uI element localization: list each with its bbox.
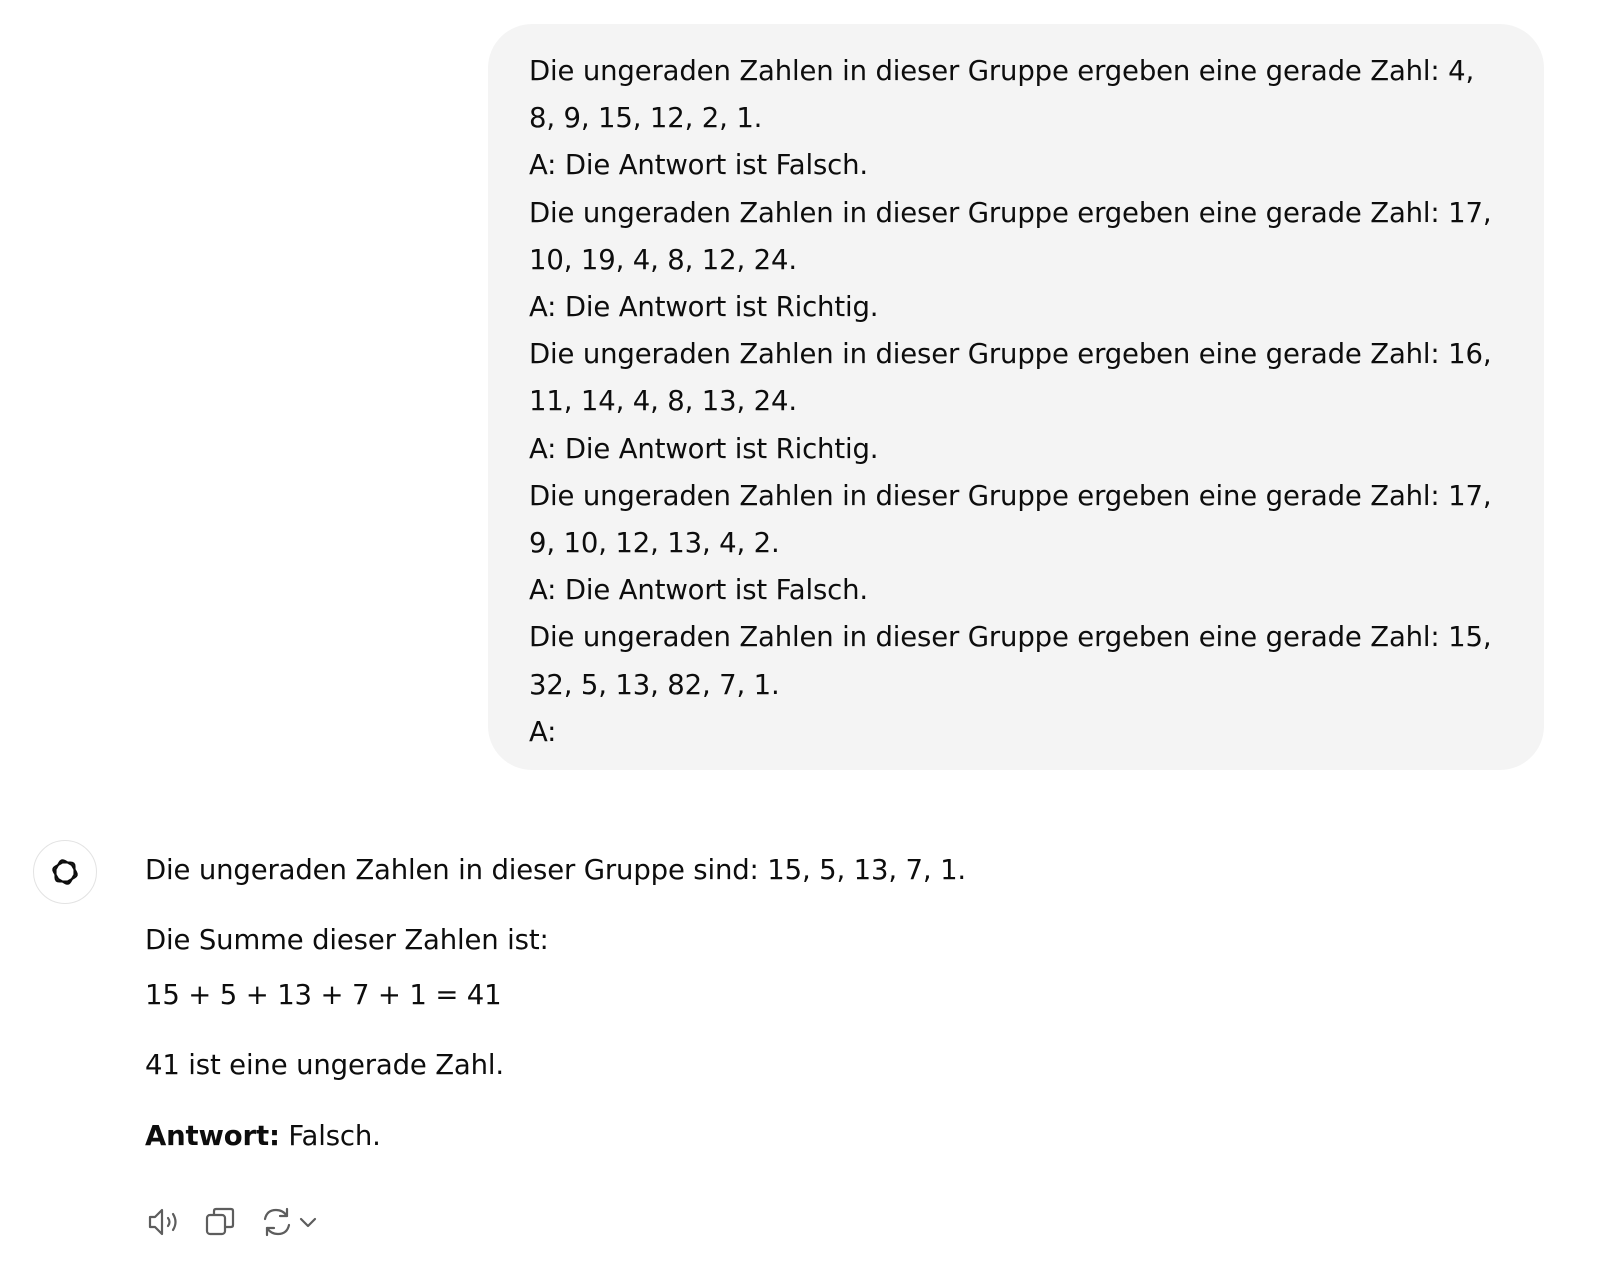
assistant-avatar [33, 840, 97, 904]
user-message-line: Die ungeraden Zahlen in dieser Gruppe er… [529, 55, 1475, 87]
answer-label: Antwort: [145, 1120, 280, 1152]
answer-value: Falsch. [279, 1120, 381, 1152]
user-message-line: A: Die Antwort ist Falsch. [529, 149, 868, 182]
assistant-paragraph: Die ungeraden Zahlen in dieser Gruppe si… [145, 854, 967, 886]
refresh-icon [263, 1207, 291, 1237]
user-message-line: A: [529, 715, 557, 748]
user-message-line: A: Die Antwort ist Falsch. [529, 574, 868, 607]
user-message-line: 10, 19, 4, 8, 12, 24. [529, 243, 797, 276]
user-message-line: Die ungeraden Zahlen in dieser Gruppe er… [529, 196, 1492, 229]
assistant-paragraph: 15 + 5 + 13 + 7 + 1 = 41 [145, 979, 502, 1011]
user-message-line: A: Die Antwort ist Richtig. [529, 291, 879, 324]
user-message-line: A: Die Antwort ist Richtig. [529, 432, 879, 465]
assistant-paragraph: 41 ist eine ungerade Zahl. [145, 1049, 504, 1081]
copy-icon [205, 1207, 235, 1236]
user-message-line: Die ungeraden Zahlen in dieser Gruppe er… [529, 621, 1492, 654]
user-message-line: 8, 9, 15, 12, 2, 1. [529, 102, 763, 135]
user-message-line: 11, 14, 4, 8, 13, 24. [529, 385, 797, 418]
assistant-paragraph: Die Summe dieser Zahlen ist: [145, 924, 549, 956]
user-message-line: Die ungeraden Zahlen in dieser Gruppe er… [529, 479, 1492, 512]
chevron-down-icon[interactable] [297, 1202, 319, 1242]
user-message-line: 9, 10, 12, 13, 4, 2. [529, 527, 780, 560]
regenerate-button[interactable] [257, 1201, 327, 1243]
answer-line: Antwort: Falsch. [145, 1116, 381, 1156]
openai-logo-icon [52, 859, 78, 885]
read-aloud-button[interactable] [145, 1201, 201, 1243]
speaker-icon [148, 1208, 177, 1236]
user-message-bubble: Die ungeraden Zahlen in dieser Gruppe er… [488, 24, 1544, 770]
copy-button[interactable] [201, 1201, 257, 1243]
message-actions [145, 1201, 327, 1243]
user-message-line: 32, 5, 13, 82, 7, 1. [529, 668, 780, 701]
user-message-line: Die ungeraden Zahlen in dieser Gruppe er… [529, 338, 1492, 371]
